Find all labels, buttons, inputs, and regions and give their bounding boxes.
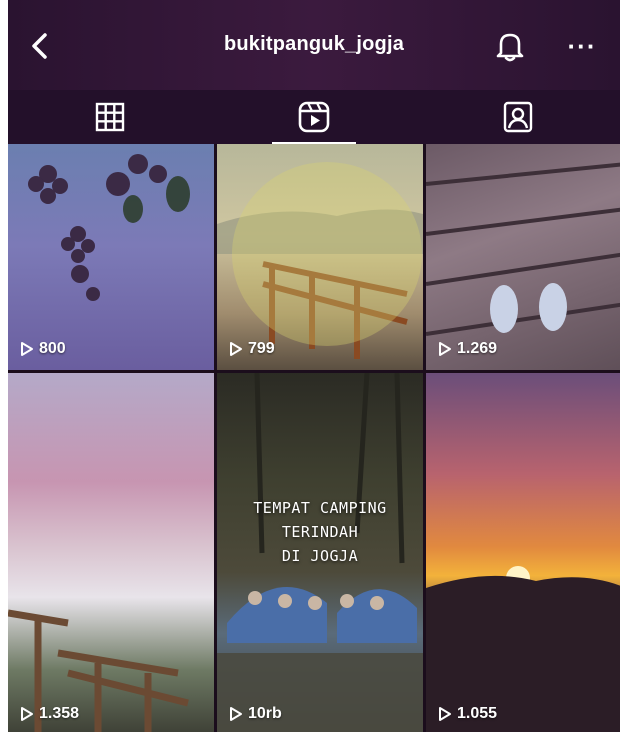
play-icon [439,707,451,721]
notifications-button[interactable] [490,26,530,66]
play-icon [230,342,242,356]
play-icon [230,707,242,721]
view-count: 1.269 [438,340,497,358]
reels-grid: 800 799 1.269 1.358 TEMPAT CAMPING TERIN… [8,144,620,732]
view-count: 1.358 [20,705,79,723]
play-icon [21,342,33,356]
reel-thumbnail[interactable]: 799 [217,144,423,370]
top-bar: bukitpanguk_jogja ··· [8,0,620,90]
tab-reels[interactable] [212,90,416,144]
tab-tagged[interactable] [416,90,620,144]
view-count-text: 1.269 [457,340,498,357]
deck-feet-thumbnail-art [426,162,620,336]
flowers-thumbnail-art [28,154,190,301]
reel-caption-line: DI JOGJA [281,547,359,565]
reels-icon [298,101,330,133]
tab-posts[interactable] [8,90,212,144]
tagged-icon [503,101,533,133]
reel-thumbnail[interactable]: 1.055 [426,373,620,732]
play-icon [439,342,451,356]
more-options-button[interactable]: ··· [562,30,602,62]
view-count: 1.055 [438,705,497,723]
view-count-text: 1.358 [39,705,80,722]
profile-screen: bukitpanguk_jogja ··· 800 799 1.269 1.35… [8,0,620,732]
reel-thumbnail[interactable]: 1.358 [8,373,214,732]
view-count-text: 799 [248,340,275,357]
view-count: 10rb [229,705,282,723]
misty-hills-thumbnail-art [8,609,189,732]
view-count: 800 [20,340,66,358]
sunset-thumbnail-art [426,566,620,732]
reel-thumbnail[interactable]: TEMPAT CAMPING TERINDAH DI JOGJA 10rb [217,373,423,732]
reel-thumbnail[interactable]: 1.269 [426,144,620,370]
view-count-text: 800 [39,340,66,357]
play-icon [21,707,33,721]
profile-tabs [8,90,620,144]
reel-caption-line: TERINDAH [281,523,359,541]
viewpoint-thumbnail-art [217,162,423,359]
reel-thumbnail[interactable]: 800 [8,144,214,370]
grid-icon [95,102,125,132]
more-dots-icon: ··· [567,31,597,61]
reel-caption-line: TEMPAT CAMPING [253,499,387,517]
view-count: 799 [229,340,275,358]
view-count-text: 1.055 [457,705,498,722]
view-count-text: 10rb [248,705,282,722]
bell-icon [496,33,524,62]
